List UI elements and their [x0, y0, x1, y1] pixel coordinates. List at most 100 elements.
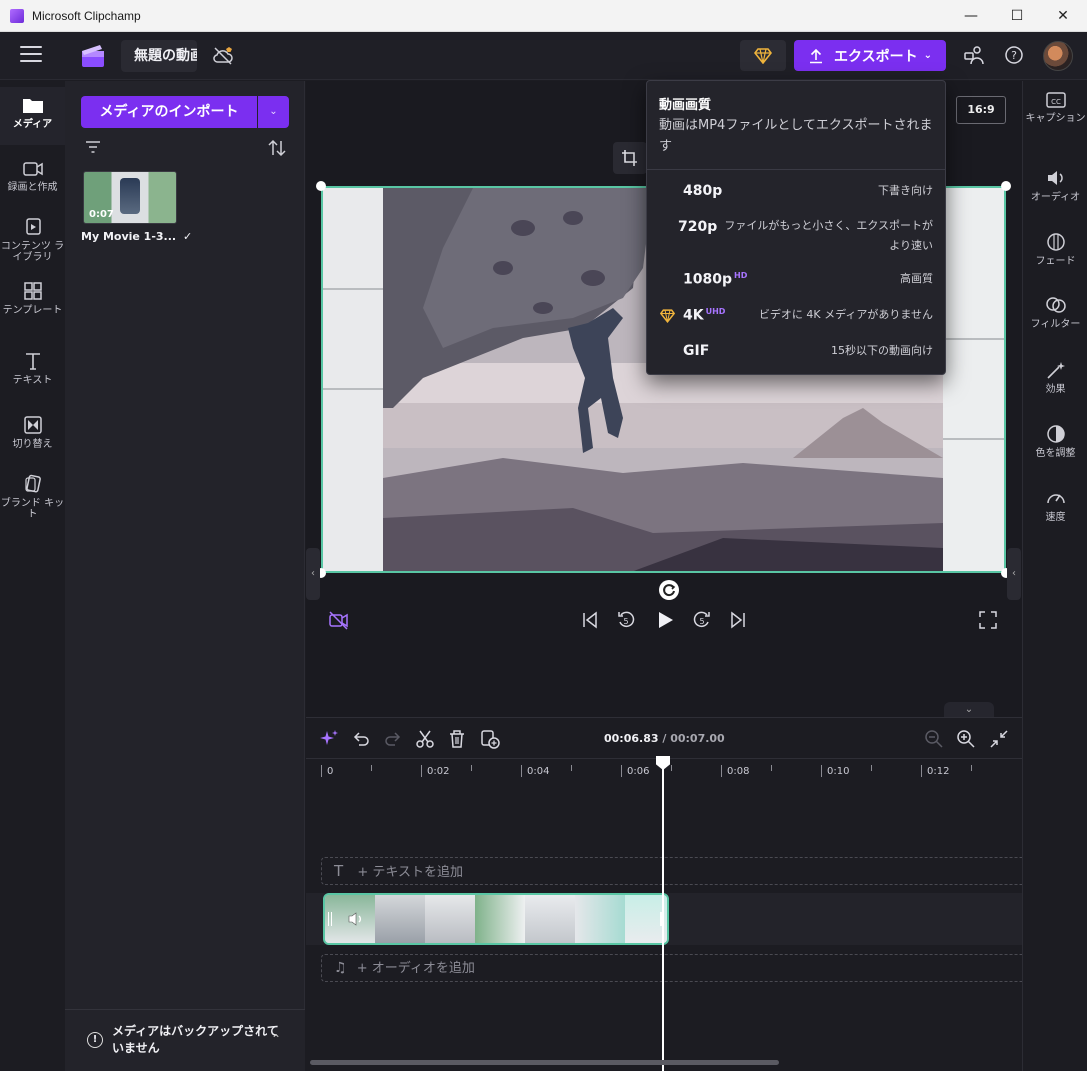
- clip-trim-handle-left[interactable]: [328, 912, 332, 926]
- speaker-icon[interactable]: [347, 910, 365, 928]
- ruler-label: 0:06: [627, 766, 650, 777]
- rail-item-text[interactable]: テキスト: [0, 351, 65, 386]
- option-resolution: GIF: [683, 343, 710, 359]
- speedometer-icon: [1046, 494, 1065, 504]
- rail-item-templates[interactable]: テンプレート: [0, 281, 65, 316]
- rail-label: オーディオ: [1030, 192, 1081, 203]
- skip-to-start-icon[interactable]: [579, 609, 601, 631]
- redo-icon[interactable]: [382, 728, 404, 750]
- skip-to-end-icon[interactable]: [727, 609, 749, 631]
- help-icon[interactable]: ?: [1003, 44, 1025, 66]
- resize-handle-top-right[interactable]: [1001, 181, 1011, 191]
- export-option-720p[interactable]: 720p ファイルがもっと小さく、エクスポートがより速い: [647, 215, 945, 261]
- backup-notice-text: メディアはバックアップされていません: [112, 1024, 279, 1055]
- media-item-name: My Movie 1-3... ✓: [81, 230, 192, 243]
- rail-label: コンテンツ ライブラリ: [0, 241, 65, 263]
- playhead[interactable]: [662, 758, 664, 1071]
- zoom-out-icon[interactable]: [923, 728, 945, 750]
- clipchamp-app-icon: [10, 8, 24, 23]
- sort-icon[interactable]: [267, 138, 287, 158]
- cloud-off-icon[interactable]: [211, 44, 235, 68]
- rail-item-record[interactable]: 録画と作成: [0, 160, 65, 193]
- export-option-1080p[interactable]: 1080p HD 高画質: [647, 269, 945, 293]
- duplicate-icon[interactable]: [479, 728, 501, 750]
- close-button[interactable]: ✕: [1040, 0, 1086, 32]
- user-avatar[interactable]: [1043, 41, 1073, 71]
- add-audio-track[interactable]: ♫ + オーディオを追加: [321, 954, 1022, 982]
- scissors-icon[interactable]: [414, 728, 436, 750]
- zoom-in-icon[interactable]: [955, 728, 977, 750]
- ruler-tick: [521, 765, 522, 777]
- rail-item-filters[interactable]: フィルター: [1023, 295, 1087, 330]
- rail-item-audio[interactable]: オーディオ: [1023, 168, 1087, 203]
- maximize-button[interactable]: ☐: [994, 0, 1040, 32]
- rail-item-media[interactable]: メディア: [0, 95, 65, 130]
- hamburger-menu-icon[interactable]: [20, 46, 42, 66]
- rewind-5-icon[interactable]: 5: [615, 609, 637, 631]
- add-text-track[interactable]: T + テキストを追加: [321, 857, 1022, 885]
- fit-timeline-icon[interactable]: [988, 728, 1010, 750]
- rail-item-speed[interactable]: 速度: [1023, 488, 1087, 523]
- crop-button[interactable]: [613, 142, 647, 174]
- text-track-icon: T: [334, 862, 344, 880]
- media-thumbnail[interactable]: 0:07: [83, 171, 177, 224]
- minimize-button[interactable]: —: [948, 0, 994, 32]
- option-description: 高画質: [900, 272, 933, 285]
- aspect-ratio-button[interactable]: 16:9: [956, 96, 1006, 124]
- collapse-timeline-button[interactable]: ⌄: [944, 702, 994, 717]
- ruler-label: 0:08: [727, 766, 750, 777]
- time-separator: /: [658, 732, 671, 745]
- camera-off-icon[interactable]: [327, 609, 349, 631]
- export-menu-subtitle: 動画はMP4ファイルとしてエクスポートされます: [659, 118, 933, 154]
- svg-text:?: ?: [1011, 49, 1017, 62]
- ruler-tick: [721, 765, 722, 777]
- rail-item-fade[interactable]: フェード: [1023, 232, 1087, 267]
- export-option-gif[interactable]: GIF 15秒以下の動画向け: [647, 341, 945, 365]
- right-properties-rail: CC キャプション オーディオ フェード フィルター 効果 色を調整 速度: [1022, 81, 1087, 1071]
- undo-icon[interactable]: [350, 728, 372, 750]
- ruler-tick: [571, 765, 572, 771]
- resize-handle-top-left[interactable]: [316, 181, 326, 191]
- video-clip[interactable]: [323, 893, 669, 945]
- import-dropdown-button[interactable]: ⌄: [258, 96, 289, 128]
- filter-icon[interactable]: [85, 140, 101, 154]
- rotate-handle[interactable]: [659, 580, 679, 600]
- rail-item-captions[interactable]: CC キャプション: [1023, 91, 1087, 124]
- export-button[interactable]: エクスポート ⌄: [794, 40, 946, 71]
- rail-item-transitions[interactable]: 切り替え: [0, 415, 65, 450]
- rail-item-content-library[interactable]: コンテンツ ライブラリ: [0, 217, 65, 263]
- rail-item-color[interactable]: 色を調整: [1023, 424, 1087, 459]
- rail-item-brand-kit[interactable]: ブランド キット: [0, 474, 65, 520]
- trash-icon[interactable]: [446, 728, 468, 750]
- clip-frame: [375, 895, 425, 943]
- premium-button[interactable]: [740, 40, 786, 71]
- menu-divider: [647, 169, 945, 170]
- play-icon[interactable]: [654, 609, 676, 631]
- export-option-480p[interactable]: 480p 下書き向け: [647, 181, 945, 205]
- share-feedback-icon[interactable]: [963, 44, 985, 66]
- ruler-tick: [321, 765, 322, 777]
- option-description: 15秒以下の動画向け: [831, 344, 933, 357]
- forward-5-icon[interactable]: 5: [691, 609, 713, 631]
- camera-icon: [22, 162, 43, 176]
- ruler-label: 0:12: [927, 766, 950, 777]
- rail-label: 切り替え: [12, 439, 53, 450]
- import-media-button[interactable]: メディアのインポート: [81, 96, 257, 128]
- fullscreen-icon[interactable]: [977, 609, 999, 631]
- sparkle-icon[interactable]: [318, 728, 340, 750]
- option-resolution-group: 1080p HD: [683, 271, 747, 288]
- backup-notice[interactable]: ! メディアはバックアップされていません ⌃: [65, 1009, 305, 1071]
- timeline-horizontal-scrollbar[interactable]: [310, 1060, 779, 1065]
- export-option-4k[interactable]: 4K UHD ビデオに 4K メディアがありません: [647, 305, 945, 329]
- collapse-right-panel-button[interactable]: ‹: [1007, 548, 1021, 600]
- hd-badge: HD: [734, 271, 748, 280]
- clip-frame: [475, 895, 525, 943]
- rail-item-effects[interactable]: 効果: [1023, 360, 1087, 395]
- chevron-up-icon[interactable]: ⌃: [271, 1032, 281, 1046]
- collapse-left-panel-button[interactable]: ‹: [306, 548, 320, 600]
- ruler-tick: [821, 765, 822, 777]
- project-name-field[interactable]: 無題の動画: [121, 40, 197, 72]
- option-resolution: 480p: [683, 183, 723, 199]
- current-time: 00:06.83: [604, 732, 659, 745]
- magic-wand-icon: [1046, 362, 1065, 379]
